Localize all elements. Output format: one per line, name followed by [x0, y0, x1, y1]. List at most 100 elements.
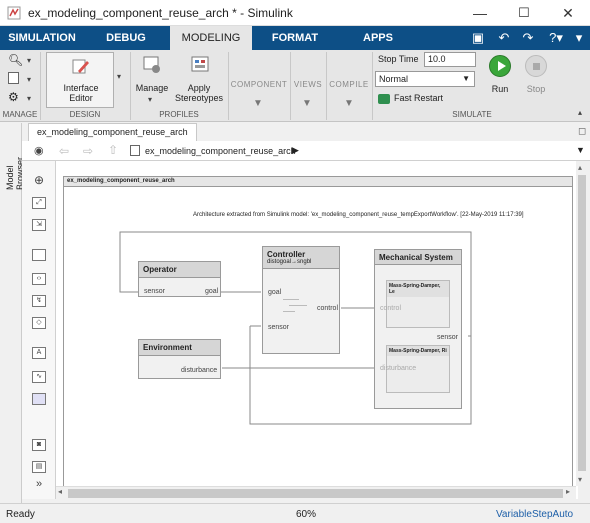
- manage-button[interactable]: Manage ▾: [134, 53, 170, 105]
- environment-block[interactable]: Environment disturbance: [138, 339, 221, 379]
- area-icon[interactable]: [32, 393, 46, 405]
- stop-time-label: Stop Time: [378, 54, 419, 64]
- scroll-down-icon[interactable]: ▾: [578, 475, 582, 484]
- chevron-down-icon[interactable]: ▼: [253, 98, 263, 109]
- controller-block[interactable]: Controller distogoal→sngbl goal sensor c…: [262, 246, 340, 354]
- operator-block[interactable]: Operator sensor goal: [138, 261, 221, 297]
- stop-button[interactable]: [525, 55, 547, 77]
- maximize-button[interactable]: ☐: [502, 0, 546, 26]
- chevron-down-icon: ▼: [462, 74, 470, 83]
- save-icon[interactable]: ▣: [470, 30, 486, 46]
- operator-goal-port[interactable]: goal: [205, 288, 218, 295]
- play-icon: [498, 61, 506, 71]
- chevron-down-icon[interactable]: ▾: [27, 75, 31, 84]
- tab-modeling[interactable]: MODELING: [170, 26, 252, 50]
- vertical-scroll-thumb[interactable]: [578, 175, 586, 471]
- forward-icon[interactable]: ⇨: [83, 144, 93, 158]
- chevron-down-icon[interactable]: ▾: [117, 72, 121, 81]
- ribbon-tab-bar: SIMULATION DEBUG MODELING FORMAT APPS ▣ …: [0, 26, 590, 50]
- run-button[interactable]: [489, 55, 511, 77]
- help-icon[interactable]: ?▾: [545, 30, 567, 46]
- mechanical-control-port[interactable]: control: [380, 305, 401, 312]
- reference-component-icon[interactable]: ‹›: [32, 273, 46, 285]
- manage-icon: [143, 56, 160, 73]
- tab-debug[interactable]: DEBUG: [84, 26, 168, 50]
- variant-icon[interactable]: ◇: [32, 317, 46, 329]
- controller-goal-port[interactable]: goal: [268, 289, 281, 296]
- solver-link[interactable]: VariableStepAuto: [496, 509, 573, 520]
- tab-simulation[interactable]: SIMULATION: [0, 26, 84, 50]
- mechanical-system-block[interactable]: Mechanical System Mass-Spring-Damper, Le…: [374, 249, 462, 409]
- stop-time-input[interactable]: 10.0: [424, 52, 476, 67]
- status-text: Ready: [6, 509, 35, 520]
- gear-icon[interactable]: ⚙: [8, 90, 19, 104]
- tab-apps[interactable]: APPS: [338, 26, 418, 50]
- minimize-button[interactable]: —: [458, 0, 502, 26]
- camera-icon[interactable]: ◙: [32, 439, 46, 451]
- address-bar: ◉ ⇦ ⇨ ⇧ ex_modeling_component_reuse_arch…: [22, 141, 590, 161]
- internal-line: [283, 311, 295, 312]
- model-browser-tab[interactable]: Model Browser: [5, 130, 25, 190]
- image-icon[interactable]: ∿: [32, 371, 46, 383]
- horizontal-scroll-thumb[interactable]: [68, 489, 563, 498]
- zoom-icon[interactable]: ⊕: [32, 174, 46, 187]
- search-icon[interactable]: 🔍︎: [8, 53, 23, 67]
- annotation-icon[interactable]: A: [32, 347, 46, 359]
- close-button[interactable]: ✕: [546, 0, 590, 26]
- chevron-down-icon[interactable]: ▾: [27, 56, 31, 65]
- msd-right-title: Mass-Spring-Damper, Ri: [387, 346, 449, 356]
- views-section[interactable]: VIEWS: [291, 80, 325, 89]
- close-tab-icon[interactable]: ◻: [578, 126, 586, 137]
- back-icon[interactable]: ⇦: [59, 144, 69, 158]
- tab-format[interactable]: FORMAT: [253, 26, 337, 50]
- environment-disturbance-port[interactable]: disturbance: [181, 367, 217, 374]
- fast-restart-button[interactable]: Fast Restart: [394, 93, 443, 103]
- interface-editor-icon: [72, 59, 89, 74]
- internal-line: [283, 299, 299, 300]
- manage-label: Manage: [135, 83, 169, 93]
- chevron-down-icon[interactable]: ▾: [27, 94, 31, 103]
- apply-stereotypes-button[interactable]: Apply Stereotypes: [172, 53, 226, 105]
- redo-icon[interactable]: ↷: [520, 30, 536, 46]
- interface-editor-label: Interface: [63, 83, 99, 93]
- collapse-ribbon-icon[interactable]: ▾: [571, 30, 587, 46]
- mechanical-sensor-port[interactable]: sensor: [437, 334, 458, 341]
- msd-left-block[interactable]: Mass-Spring-Damper, Le: [386, 280, 450, 328]
- collapse-icon[interactable]: ▴: [578, 108, 582, 117]
- controller-sensor-port[interactable]: sensor: [268, 324, 289, 331]
- model-icon: [130, 145, 140, 156]
- more-icon[interactable]: »: [32, 479, 46, 491]
- chevron-down-icon[interactable]: ▼: [344, 98, 354, 109]
- scroll-up-icon[interactable]: ▴: [578, 163, 582, 172]
- divider: [228, 52, 229, 120]
- diagram-canvas[interactable]: ex_modeling_component_reuse_arch Archite…: [56, 161, 578, 499]
- interface-editor-button[interactable]: Interface Editor: [46, 52, 114, 108]
- scroll-right-icon[interactable]: ▸: [566, 487, 570, 496]
- up-icon[interactable]: ⇧: [108, 143, 118, 157]
- controller-control-port[interactable]: control: [317, 305, 338, 312]
- compile-section[interactable]: COMPILE: [327, 80, 371, 89]
- chevron-down-icon[interactable]: ▼: [576, 145, 585, 155]
- simulation-mode-select[interactable]: Normal ▼: [375, 71, 475, 87]
- mechanical-system-title: Mechanical System: [375, 250, 461, 265]
- zoom-area-icon[interactable]: ⇲: [32, 219, 46, 231]
- fast-restart-icon[interactable]: [378, 94, 390, 104]
- title-bar: ex_modeling_component_reuse_arch * - Sim…: [0, 0, 590, 26]
- undo-icon[interactable]: ↶: [496, 30, 512, 46]
- model-tab[interactable]: ex_modeling_component_reuse_arch: [28, 123, 197, 141]
- hide-explorer-icon[interactable]: ◉: [34, 144, 44, 157]
- component-block-icon[interactable]: [32, 249, 46, 261]
- operator-sensor-port[interactable]: sensor: [144, 288, 165, 295]
- breadcrumb[interactable]: ex_modeling_component_reuse_arch: [145, 146, 296, 156]
- library-icon[interactable]: [8, 72, 19, 84]
- component-section[interactable]: COMPONENT: [230, 80, 288, 89]
- chevron-right-icon[interactable]: ▶: [292, 145, 299, 156]
- library-browser-icon[interactable]: ▤: [32, 461, 46, 473]
- chevron-down-icon[interactable]: ▼: [302, 98, 312, 109]
- scroll-left-icon[interactable]: ◂: [58, 487, 62, 496]
- mechanical-disturbance-port[interactable]: disturbance: [380, 365, 416, 372]
- internal-line: [289, 305, 307, 306]
- fit-view-icon[interactable]: ⤢: [32, 197, 46, 209]
- adapter-icon[interactable]: ↯: [32, 295, 46, 307]
- simulation-mode-value: Normal: [379, 74, 409, 84]
